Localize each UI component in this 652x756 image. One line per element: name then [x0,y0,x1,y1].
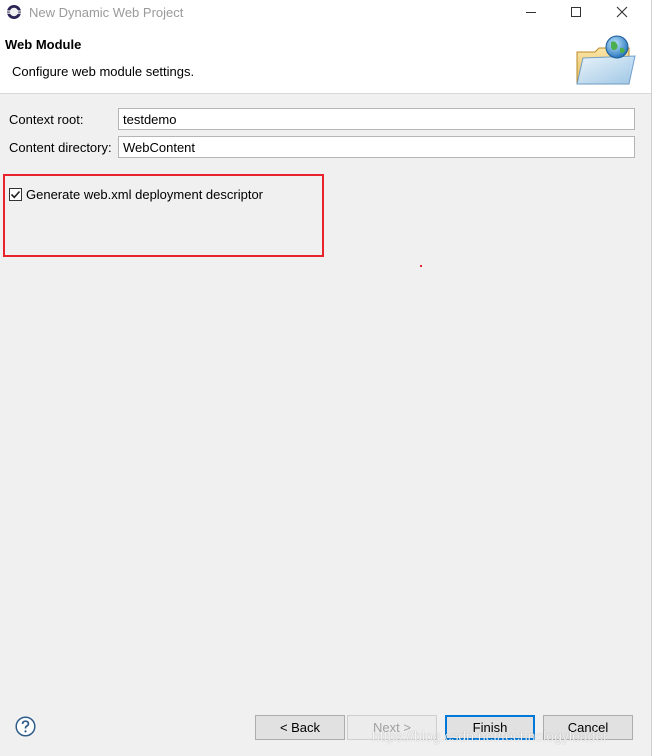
new-dynamic-web-project-dialog: New Dynamic Web Project Web Module Confi… [0,0,652,756]
watermark: https://blog.csdn.net/technologyleader [372,728,608,744]
minimize-icon [526,12,536,13]
maximize-button[interactable] [553,0,599,24]
context-root-label: Context root: [9,112,84,127]
wizard-banner: Web Module Configure web module settings… [0,24,651,94]
web-folder-globe-icon [576,35,636,85]
annotation-dot [420,265,422,267]
window-title: New Dynamic Web Project [29,5,184,20]
context-root-input[interactable] [118,108,635,130]
title-bar[interactable]: New Dynamic Web Project [0,0,651,24]
eclipse-icon [7,5,21,19]
page-description: Configure web module settings. [12,64,195,79]
help-icon[interactable] [15,716,36,737]
close-button[interactable] [599,0,645,24]
annotation-highlight-box [3,174,324,257]
close-icon [616,6,628,18]
content-directory-input[interactable] [118,136,635,158]
page-title: Web Module [5,37,82,52]
content-directory-label: Content directory: [9,140,112,155]
maximize-icon [571,7,581,17]
minimize-button[interactable] [508,0,554,24]
back-button[interactable]: < Back [255,715,345,740]
